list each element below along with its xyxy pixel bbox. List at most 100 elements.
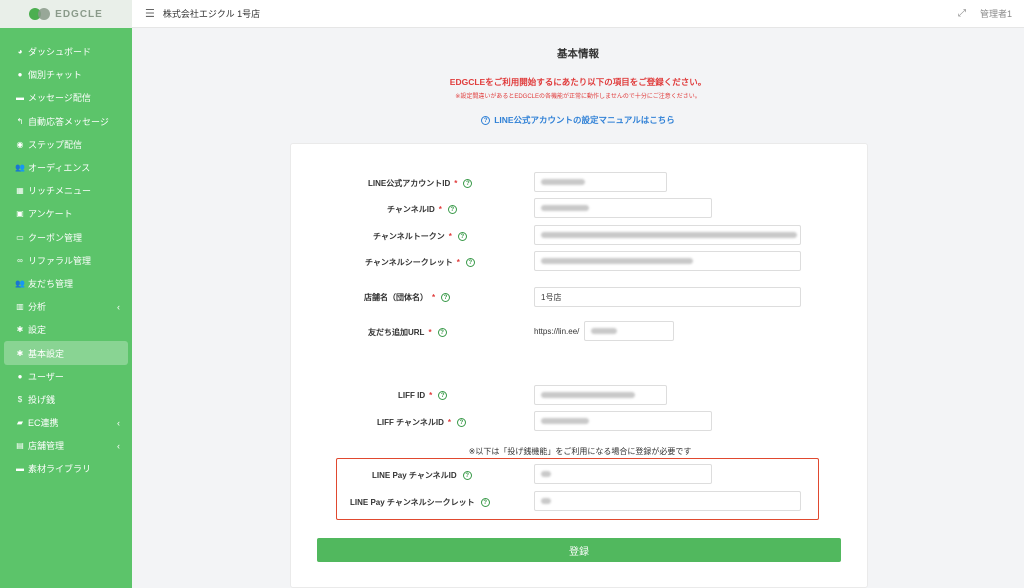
step-icon: ◉ — [16, 139, 24, 149]
sidebar-item[interactable]: ▤ 店舗管理 ‹ — [4, 434, 128, 457]
manual-link[interactable]: ? LINE公式アカウントの設定マニュアルはこちら — [132, 114, 1024, 126]
menu-toggle-icon[interactable]: ☰ — [145, 7, 155, 20]
sidebar-item[interactable]: ▰ EC連携 ‹ — [4, 411, 128, 434]
sidebar-item-label: ステップ配信 — [28, 139, 83, 150]
help-icon[interactable]: ? — [457, 418, 466, 428]
channel-secret-label-text: チャンネルシークレット — [365, 258, 453, 267]
sidebar-item-label: ダッシュボード — [28, 47, 92, 58]
linepay-channel-id-label: LINE Pay チャンネルID? — [372, 470, 472, 481]
channel-token-label: チャンネルトークン *? — [373, 231, 467, 242]
coupon-icon: ▭ — [16, 232, 24, 242]
help-icon[interactable]: ? — [447, 205, 457, 215]
liff-id-label-text: LIFF ID — [398, 391, 426, 400]
chat-icon: ● — [17, 70, 23, 80]
sidebar-item[interactable]: ↰ 自動応答メッセージ — [4, 110, 128, 133]
ec-icon: ▰ — [16, 418, 24, 428]
channel-token-input[interactable] — [534, 225, 801, 245]
line-account-id-label: LINE公式アカウントID *? — [368, 178, 473, 189]
liff-id-input[interactable] — [534, 385, 667, 405]
sidebar-item-label: ユーザー — [28, 371, 64, 382]
sidebar-item-label: 自動応答メッセージ — [28, 116, 109, 127]
sidebar-item[interactable]: ▬ 素材ライブラリ — [4, 457, 128, 480]
help-icon[interactable]: ? — [437, 328, 447, 338]
line-account-id-label-text: LINE公式アカウントID — [368, 179, 451, 188]
main-content: 基本情報 EDGCLEをご利用開始するにあたり以下の項目をご登録ください。 ※設… — [132, 28, 1024, 588]
channel-secret-input[interactable] — [534, 251, 801, 271]
submit-button[interactable]: 登録 — [317, 538, 841, 562]
friend-url-label: 友だち追加URL *? — [368, 327, 447, 338]
user-menu[interactable]: 管理者1 — [980, 7, 1012, 20]
friend-url-prefix: https://lin.ee/ — [534, 327, 580, 336]
store-name-label-text: 店舗名（団体名） — [364, 293, 428, 302]
rich-menu-icon: ▦ — [16, 186, 24, 196]
channel-secret-label: チャンネルシークレット *? — [365, 257, 475, 268]
brand-logo[interactable]: EDGCLE — [0, 0, 132, 28]
caution-notice: ※設定間違いがあるとEDGCLEの各機能が正常に動作しませんので十分にご注意くだ… — [455, 94, 701, 100]
sidebar-item-label: 投げ銭 — [28, 394, 56, 405]
dashboard-icon: ◕ — [17, 47, 23, 57]
channel-token-label-text: チャンネルトークン — [373, 232, 445, 241]
channel-id-label-text: チャンネルID — [387, 205, 435, 214]
liff-id-label: LIFF ID *? — [398, 391, 448, 401]
settings-icon: ✱ — [16, 325, 24, 335]
linepay-channel-id-input[interactable] — [534, 464, 712, 484]
required-mark: * — [429, 391, 433, 400]
tip-icon: $ — [17, 394, 23, 404]
sidebar-item[interactable]: ▣ アンケート — [4, 202, 128, 225]
help-icon[interactable]: ? — [480, 498, 490, 508]
store-icon: ▤ — [16, 441, 24, 451]
linepay-channel-secret-input[interactable] — [534, 491, 801, 511]
sidebar-item[interactable]: ▦ リッチメニュー — [4, 179, 128, 202]
sidebar-item[interactable]: ● 個別チャット — [4, 63, 128, 86]
help-icon[interactable]: ? — [462, 471, 472, 481]
sidebar-item-label: 素材ライブラリ — [28, 464, 92, 475]
sidebar-item[interactable]: ◕ ダッシュボード — [4, 40, 128, 63]
required-mark: * — [428, 328, 432, 337]
sidebar-item-label: オーディエンス — [28, 163, 91, 174]
message-icon: ▬ — [16, 93, 24, 103]
survey-icon: ▣ — [16, 209, 24, 219]
required-mark: * — [438, 205, 442, 214]
sidebar-item[interactable]: ✱ 設定 — [4, 318, 128, 341]
sidebar-item[interactable]: ▥ 分析 ‹ — [4, 295, 128, 318]
sidebar-item-label: 基本設定 — [28, 348, 65, 359]
chevron-icon: ‹ — [117, 440, 120, 451]
store-name-input[interactable]: 1号店 — [534, 287, 801, 307]
topbar: ☰ 株式会社エジクル 1号店 ⤢ 管理者1 — [132, 0, 1024, 28]
help-icon[interactable]: ? — [463, 179, 473, 189]
sidebar-item[interactable]: ▬ メッセージ配信 — [4, 86, 128, 109]
sidebar-item[interactable]: 👥 オーディエンス — [4, 156, 128, 179]
sidebar-item[interactable]: ◉ ステップ配信 — [4, 133, 128, 156]
sidebar-item[interactable]: $ 投げ銭 — [4, 388, 128, 411]
required-mark: * — [454, 179, 458, 188]
audience-icon: 👥 — [15, 163, 25, 173]
settings-form-card: LINE公式アカウントID *? チャンネルID *? チャンネルトークン *? チャ… — [290, 143, 868, 588]
friend-url-input[interactable] — [584, 321, 674, 341]
channel-id-input[interactable] — [534, 198, 712, 218]
sidebar-item[interactable]: ✱ 基本設定 — [4, 341, 128, 365]
sidebar-item-label: リファラル管理 — [28, 255, 92, 266]
sidebar-item[interactable]: 👥 友だち管理 — [4, 272, 128, 295]
sidebar-item[interactable]: ∞ リファラル管理 — [4, 249, 128, 272]
sidebar-item-label: 友だち管理 — [28, 278, 74, 289]
manual-link-text: LINE公式アカウントの設定マニュアルはこちら — [494, 115, 675, 125]
sidebar-item-label: メッセージ配信 — [28, 93, 91, 104]
help-icon[interactable]: ? — [457, 232, 467, 242]
analytics-icon: ▥ — [16, 302, 24, 312]
chevron-icon: ‹ — [117, 301, 120, 312]
help-icon[interactable]: ? — [438, 391, 448, 401]
line-account-id-input[interactable] — [534, 172, 667, 192]
sidebar: EDGCLE ◕ ダッシュボード ● 個別チャット ▬ メッセージ配信 ↰ 自動応答メッセージ… — [0, 0, 132, 588]
linepay-channel-secret-label-text: LINE Pay チャンネルシークレット — [350, 498, 475, 507]
sidebar-item[interactable]: ● ユーザー — [4, 365, 128, 388]
logo-icon — [29, 8, 51, 20]
help-icon[interactable]: ? — [441, 293, 451, 303]
page-title: 基本情報 — [557, 48, 599, 60]
fullscreen-icon[interactable]: ⤢ — [958, 8, 966, 19]
sidebar-item[interactable]: ▭ クーポン管理 — [4, 226, 128, 249]
help-icon[interactable]: ? — [465, 258, 475, 268]
sidebar-item-label: 店舗管理 — [28, 441, 65, 452]
sidebar-item-label: クーポン管理 — [28, 232, 83, 243]
brand-name: EDGCLE — [55, 8, 103, 20]
liff-channel-id-input[interactable] — [534, 411, 712, 431]
